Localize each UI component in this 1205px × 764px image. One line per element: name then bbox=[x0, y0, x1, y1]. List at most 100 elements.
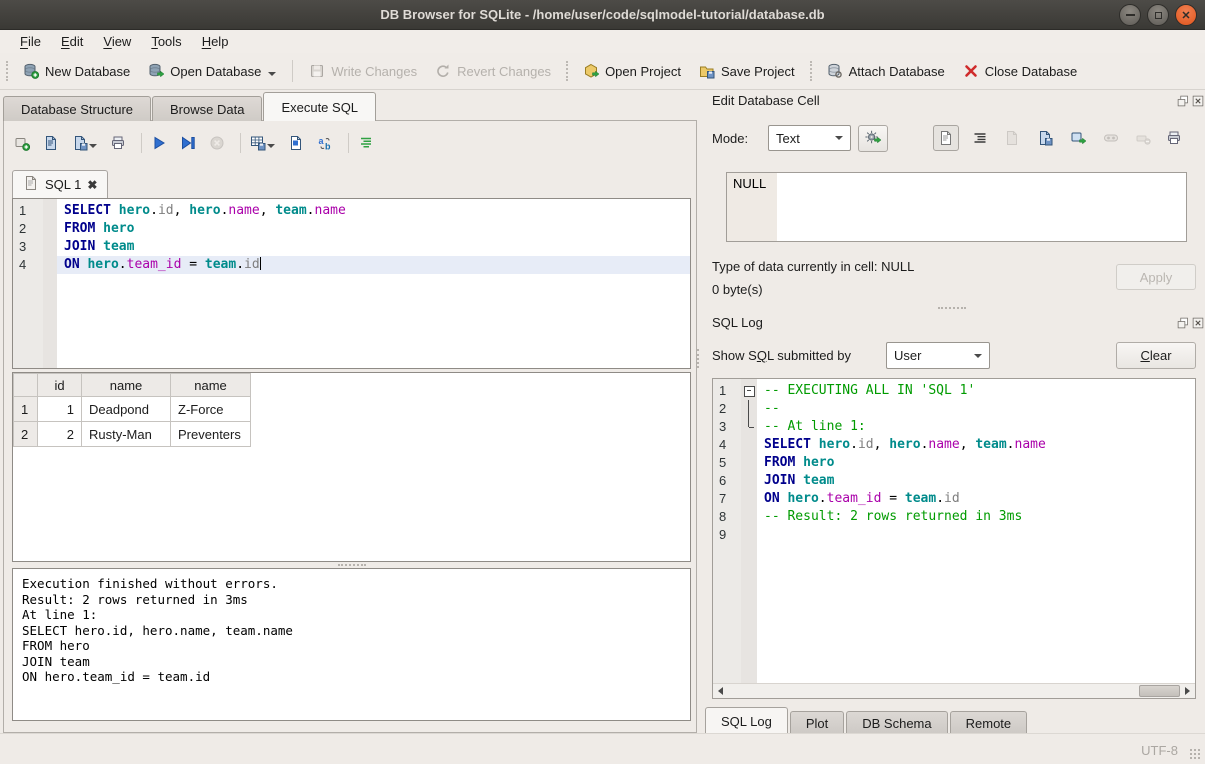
save-results-icon[interactable] bbox=[250, 135, 275, 151]
query-results-table[interactable]: idnamename 1 1 Deadpond Z-Force 2 2 Rust… bbox=[12, 372, 691, 562]
table-row[interactable]: 2 2 Rusty-Man Preventers bbox=[14, 422, 251, 447]
revert-changes-icon bbox=[435, 63, 451, 79]
save-project-button[interactable]: Save Project bbox=[690, 58, 804, 84]
execution-message-area: Execution finished without errors.Result… bbox=[12, 568, 691, 721]
cell-size-info: 0 byte(s) bbox=[712, 282, 763, 297]
row-header[interactable]: 1 bbox=[14, 397, 38, 422]
execute-all-icon[interactable] bbox=[151, 135, 167, 151]
scroll-left-icon[interactable] bbox=[713, 684, 728, 698]
cell[interactable]: Rusty-Man bbox=[82, 422, 171, 447]
menu-file[interactable]: File bbox=[10, 32, 51, 51]
toolbar-button-label: Save Project bbox=[721, 64, 795, 79]
sql-source-select[interactable]: User bbox=[886, 342, 990, 369]
cell[interactable]: 2 bbox=[38, 422, 82, 447]
scroll-right-icon[interactable] bbox=[1180, 684, 1195, 698]
code-line: 4 ON hero.team_id = team.id bbox=[13, 256, 690, 274]
open-database-button[interactable]: Open Database bbox=[139, 58, 285, 84]
line-number: 2 bbox=[713, 400, 741, 418]
close-database-button[interactable]: Close Database bbox=[954, 58, 1087, 84]
toolbar-handle[interactable] bbox=[566, 61, 568, 81]
new-database-button[interactable]: New Database bbox=[14, 58, 139, 84]
close-tab-icon[interactable]: ✖ bbox=[87, 178, 97, 192]
sql-tab-label: SQL 1 bbox=[45, 177, 81, 192]
sql-log-view[interactable]: 1 -- EXECUTING ALL IN 'SQL 1' 2 -- 3 -- … bbox=[712, 378, 1196, 699]
toolbar-handle[interactable] bbox=[810, 61, 812, 81]
dock-tab-sql-log[interactable]: SQL Log bbox=[705, 707, 788, 734]
toolbar-button-label: Open Project bbox=[605, 64, 681, 79]
scrollbar-thumb[interactable] bbox=[1139, 685, 1180, 697]
resize-grip[interactable] bbox=[1189, 748, 1201, 760]
auto-switch-mode-button[interactable] bbox=[858, 125, 888, 152]
dock-tab-plot[interactable]: Plot bbox=[790, 711, 844, 734]
results-message-splitter[interactable] bbox=[338, 564, 366, 566]
find-replace-icon[interactable]: ab bbox=[317, 135, 333, 151]
apply-button[interactable]: Apply bbox=[1116, 264, 1196, 290]
attach-database-button[interactable]: Attach Database bbox=[818, 58, 954, 84]
tab-sql-1[interactable]: SQL 1 ✖ bbox=[12, 170, 108, 198]
tab-browse-data[interactable]: Browse Data bbox=[152, 96, 262, 121]
format-sql-icon[interactable] bbox=[358, 135, 374, 151]
menu-edit[interactable]: Edit bbox=[51, 32, 93, 51]
panel-splitter[interactable] bbox=[697, 349, 699, 368]
tab-execute-sql[interactable]: Execute SQL bbox=[263, 92, 376, 121]
link-icon[interactable] bbox=[1098, 125, 1124, 151]
fold-margin bbox=[43, 256, 57, 274]
cell-log-splitter[interactable] bbox=[938, 307, 966, 309]
log-horizontal-scrollbar[interactable] bbox=[713, 683, 1195, 698]
apply-export-icon[interactable] bbox=[1065, 125, 1091, 151]
chevron-down-icon[interactable] bbox=[268, 72, 276, 76]
cell[interactable]: 1 bbox=[38, 397, 82, 422]
save-sql-file-icon[interactable] bbox=[72, 135, 97, 151]
cell[interactable]: Preventers bbox=[171, 422, 251, 447]
fold-marker-icon[interactable] bbox=[741, 382, 757, 400]
sql-editor-toolbar: ab bbox=[14, 130, 387, 156]
panel-close-icon[interactable] bbox=[1192, 317, 1204, 329]
menu-tools[interactable]: Tools bbox=[141, 32, 191, 51]
code-line: 4 SELECT hero.id, hero.name, team.name bbox=[713, 436, 1195, 454]
panel-float-icon[interactable] bbox=[1177, 95, 1189, 107]
toolbar-button-label: New Database bbox=[45, 64, 130, 79]
print-cell-icon[interactable] bbox=[1161, 125, 1187, 151]
print-icon[interactable] bbox=[110, 135, 126, 151]
cell[interactable]: Deadpond bbox=[82, 397, 171, 422]
revert-changes-button[interactable]: Revert Changes bbox=[426, 58, 560, 84]
row-header[interactable]: 2 bbox=[14, 422, 38, 447]
mode-select[interactable]: Text bbox=[768, 125, 851, 151]
code-line: 9 bbox=[713, 526, 1195, 544]
set-null-icon[interactable] bbox=[1130, 125, 1156, 151]
dock-tab-db-schema[interactable]: DB Schema bbox=[846, 711, 947, 734]
close-button[interactable]: ✕ bbox=[1175, 4, 1197, 26]
save-file-icon[interactable] bbox=[1032, 125, 1058, 151]
new-tab-icon[interactable] bbox=[14, 135, 30, 151]
fold-margin bbox=[741, 508, 757, 526]
menu-help[interactable]: Help bbox=[192, 32, 239, 51]
clear-log-button[interactable]: Clear bbox=[1116, 342, 1196, 369]
panel-close-icon[interactable] bbox=[1192, 95, 1204, 107]
execute-current-line-icon[interactable] bbox=[180, 135, 196, 151]
toolbar-handle[interactable] bbox=[6, 61, 8, 81]
stop-icon[interactable] bbox=[209, 135, 225, 151]
tab-database-structure[interactable]: Database Structure bbox=[3, 96, 151, 121]
import-from-file-icon[interactable] bbox=[999, 125, 1025, 151]
sql-editor[interactable]: 1 SELECT hero.id, hero.name, team.name 2… bbox=[12, 198, 691, 369]
save-project-icon bbox=[699, 63, 715, 79]
open-sql-file-icon[interactable] bbox=[43, 135, 59, 151]
text-mode-icon[interactable] bbox=[933, 125, 959, 151]
results-grid: idnamename 1 1 Deadpond Z-Force 2 2 Rust… bbox=[13, 373, 251, 447]
column-header[interactable]: name bbox=[82, 374, 171, 397]
write-changes-button[interactable]: Write Changes bbox=[300, 58, 426, 84]
open-project-button[interactable]: Open Project bbox=[574, 58, 690, 84]
menu-view[interactable]: View bbox=[93, 32, 141, 51]
word-wrap-icon[interactable] bbox=[967, 125, 993, 151]
find-icon[interactable] bbox=[288, 135, 304, 151]
column-header[interactable]: id bbox=[38, 374, 82, 397]
maximize-button[interactable] bbox=[1147, 4, 1169, 26]
cell-editor[interactable]: NULL bbox=[726, 172, 1187, 242]
column-header[interactable]: name bbox=[171, 374, 251, 397]
minimize-button[interactable] bbox=[1119, 4, 1141, 26]
table-row[interactable]: 1 1 Deadpond Z-Force bbox=[14, 397, 251, 422]
line-number: 8 bbox=[713, 508, 741, 526]
panel-float-icon[interactable] bbox=[1177, 317, 1189, 329]
dock-tab-remote[interactable]: Remote bbox=[950, 711, 1028, 734]
cell[interactable]: Z-Force bbox=[171, 397, 251, 422]
